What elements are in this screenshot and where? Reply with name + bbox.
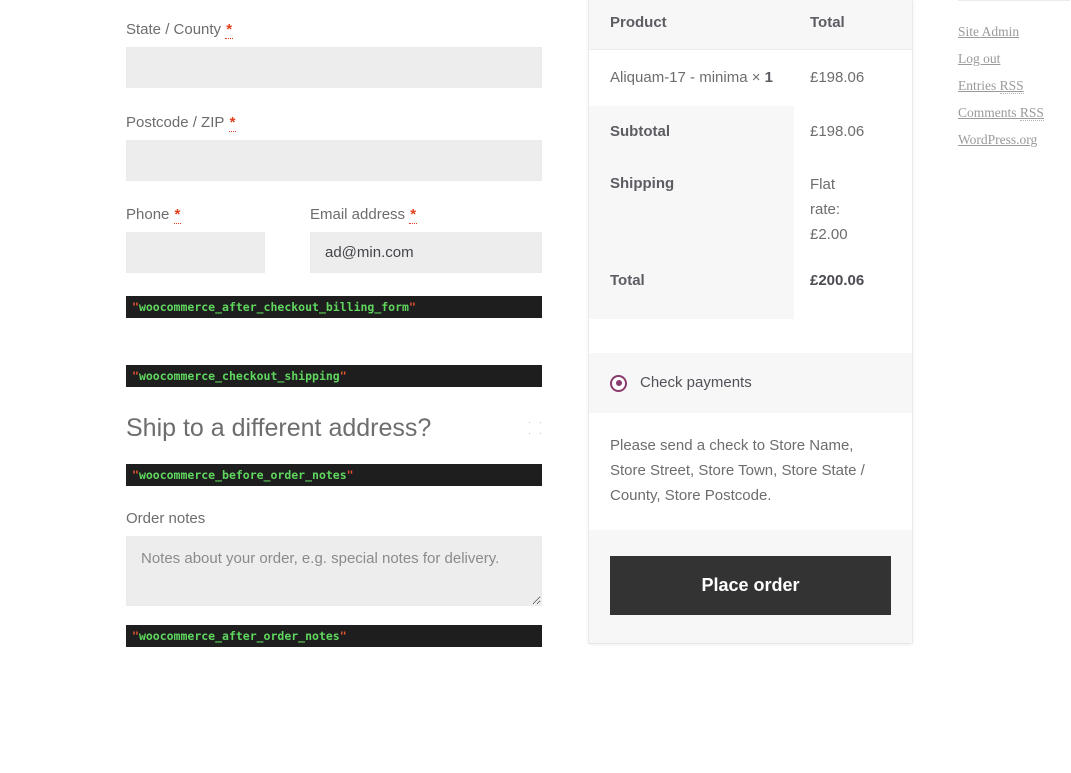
- hook-name: woocommerce_after_checkout_billing_form: [139, 300, 409, 314]
- quote-glyph: ": [340, 629, 347, 643]
- field-email-address: Email address *: [310, 205, 542, 273]
- quote-glyph: ": [347, 468, 354, 482]
- meta-link-site-admin[interactable]: Site Admin: [958, 24, 1019, 39]
- payment-method-check-payments[interactable]: Check payments: [610, 373, 891, 393]
- phone-label: Phone *: [126, 205, 265, 232]
- phone-label-text: Phone: [126, 206, 169, 223]
- order-line-item-row: Aliquam-17 - minima × 1 £198.06: [589, 50, 912, 107]
- hook-marker-checkout-shipping: "woocommerce_checkout_shipping": [126, 365, 542, 387]
- subtotal-value: £198.06: [794, 106, 912, 158]
- shipping-value-cell: Flat rate: £2.00: [794, 158, 912, 247]
- list-item: Log out: [958, 48, 1071, 70]
- review-spacer: [589, 319, 912, 353]
- radio-selected-icon[interactable]: [610, 375, 627, 392]
- column-header-total: Total: [794, 0, 912, 50]
- total-value: £200.06: [794, 247, 912, 319]
- required-marker-icon: *: [225, 21, 233, 39]
- ship-to-different-address-checkbox[interactable]: [528, 421, 542, 435]
- line-item-name-cell: Aliquam-17 - minima × 1: [589, 50, 794, 107]
- list-item: Entries RSS: [958, 75, 1071, 97]
- hook-name: woocommerce_before_order_notes: [139, 468, 347, 482]
- place-order-button[interactable]: Place order: [610, 556, 891, 615]
- postcode-zip-label-text: Postcode / ZIP: [126, 114, 224, 131]
- quote-glyph: ": [409, 300, 416, 314]
- meta-link-comments-text: Comments: [958, 105, 1020, 120]
- postcode-zip-input[interactable]: [126, 140, 542, 181]
- state-county-label: State / County *: [126, 20, 542, 47]
- line-item-total: £198.06: [794, 50, 912, 107]
- hook-name: woocommerce_after_order_notes: [139, 629, 340, 643]
- hook-name: woocommerce_checkout_shipping: [139, 369, 340, 383]
- meta-link-wordpress-org[interactable]: WordPress.org: [958, 132, 1037, 147]
- order-subtotal-row: Subtotal £198.06: [589, 106, 912, 158]
- place-order-wrapper: Place order: [589, 530, 912, 643]
- order-total-row: Total £200.06: [589, 247, 912, 319]
- field-order-notes: Order notes: [126, 509, 542, 606]
- multiply-icon: ×: [752, 69, 761, 86]
- state-county-input[interactable]: [126, 47, 542, 88]
- meta-link-log-out[interactable]: Log out: [958, 51, 1000, 66]
- quote-glyph: ": [132, 300, 139, 314]
- rss-abbr: RSS: [1000, 78, 1024, 94]
- order-review-header-row: Product Total: [589, 0, 912, 50]
- meta-widget: Site Admin Log out Entries RSS Comments …: [958, 0, 1071, 156]
- quote-glyph: ": [132, 369, 139, 383]
- rss-abbr: RSS: [1020, 105, 1044, 121]
- ship-to-different-address-block: Ship to a different address?: [126, 408, 542, 450]
- meta-link-comments-rss[interactable]: Comments RSS: [958, 105, 1044, 121]
- payment-methods-box: Check payments: [589, 353, 912, 413]
- required-marker-icon: *: [229, 114, 237, 132]
- checkout-page: State / County * Postcode / ZIP * Phone …: [0, 0, 1071, 773]
- list-item: WordPress.org: [958, 129, 1071, 151]
- subtotal-label: Subtotal: [589, 106, 794, 158]
- field-phone: Phone *: [126, 205, 265, 273]
- email-address-label: Email address *: [310, 205, 542, 232]
- email-address-label-text: Email address: [310, 206, 405, 223]
- order-review-table: Product Total Aliquam-17 - minima × 1 £1…: [589, 0, 912, 319]
- line-item-quantity: × 1: [752, 69, 773, 86]
- order-shipping-row: Shipping Flat rate: £2.00: [589, 158, 912, 247]
- shipping-value: Flat rate: £2.00: [810, 172, 850, 247]
- line-item-name: Aliquam-17 - minima: [610, 69, 748, 86]
- order-review-panel: Product Total Aliquam-17 - minima × 1 £1…: [589, 0, 912, 643]
- order-notes-label: Order notes: [126, 509, 542, 536]
- quote-glyph: ": [132, 629, 139, 643]
- column-header-product: Product: [589, 0, 794, 50]
- shipping-label: Shipping: [589, 158, 794, 247]
- ship-to-different-address-title: Ship to a different address?: [126, 408, 542, 448]
- required-marker-icon: *: [174, 206, 182, 224]
- total-label: Total: [589, 247, 794, 319]
- email-address-input[interactable]: [310, 232, 542, 273]
- payment-method-label: Check payments: [640, 373, 752, 393]
- field-state-county: State / County *: [126, 20, 542, 88]
- required-marker-icon: *: [409, 206, 417, 224]
- meta-link-entries-text: Entries: [958, 78, 1000, 93]
- order-notes-textarea[interactable]: [126, 536, 542, 606]
- hook-marker-before-order-notes: "woocommerce_before_order_notes": [126, 464, 542, 486]
- meta-link-entries-rss[interactable]: Entries RSS: [958, 78, 1024, 94]
- quote-glyph: ": [340, 369, 347, 383]
- hook-marker-after-checkout-billing-form: "woocommerce_after_checkout_billing_form…: [126, 296, 542, 318]
- state-county-label-text: State / County: [126, 21, 221, 38]
- payment-method-description: Please send a check to Store Name, Store…: [589, 413, 912, 530]
- list-item: Comments RSS: [958, 102, 1071, 124]
- line-item-qty-value: 1: [765, 69, 773, 86]
- meta-link-list: Site Admin Log out Entries RSS Comments …: [958, 21, 1071, 151]
- postcode-zip-label: Postcode / ZIP *: [126, 113, 542, 140]
- quote-glyph: ": [132, 468, 139, 482]
- list-item: Site Admin: [958, 21, 1071, 43]
- phone-input[interactable]: [126, 232, 265, 273]
- widget-divider: [958, 0, 1070, 1]
- hook-marker-after-order-notes: "woocommerce_after_order_notes": [126, 625, 542, 647]
- field-postcode-zip: Postcode / ZIP *: [126, 113, 542, 181]
